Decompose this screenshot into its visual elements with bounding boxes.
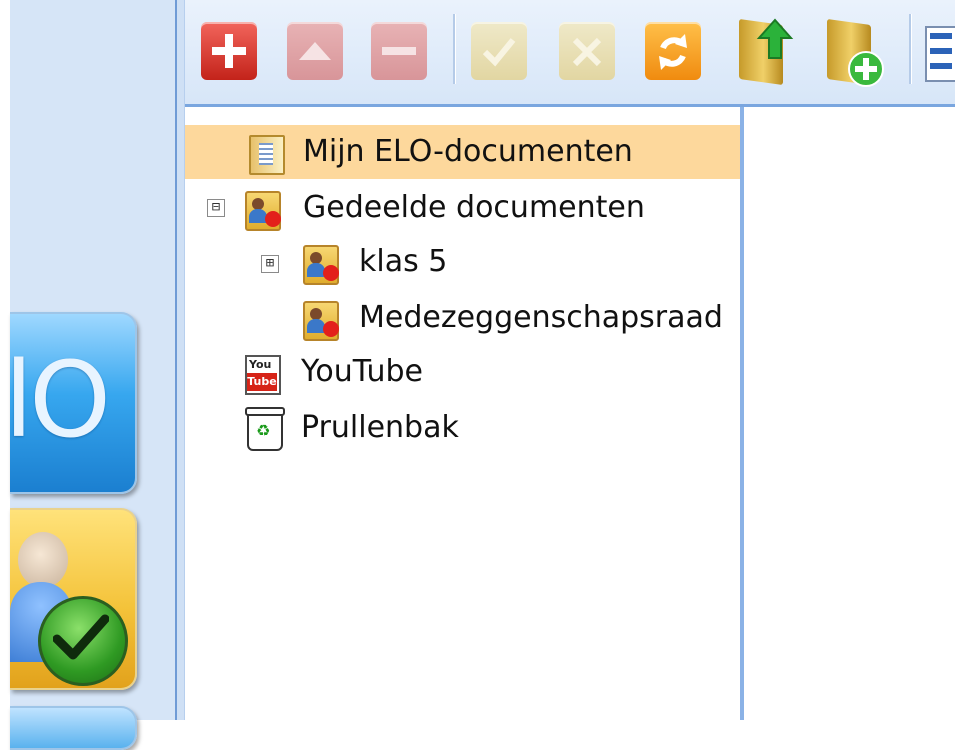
shared-folder-icon: [245, 191, 281, 231]
move-up-button[interactable]: [283, 14, 347, 80]
youtube-icon: You Tube: [245, 355, 281, 395]
cross-icon: [559, 22, 615, 80]
tree-item-medezeggenschapsraad[interactable]: Medezeggenschapsraad: [185, 291, 740, 345]
user-check-tile-button[interactable]: [10, 508, 137, 690]
check-icon: [471, 22, 527, 80]
collapse-icon[interactable]: ⊟: [207, 199, 225, 217]
list-view-icon: [925, 26, 955, 82]
add-button[interactable]: [197, 14, 261, 80]
panel-splitter[interactable]: [175, 0, 185, 720]
shared-folder-icon: [303, 301, 339, 341]
folder-tree: Mijn ELO-documenten ⊟ Gedeelde documente…: [185, 107, 744, 720]
tree-item-label: klas 5: [359, 244, 448, 279]
left-navigation: lO: [0, 0, 175, 750]
bottom-tile-button[interactable]: [10, 706, 137, 750]
toolbar-separator: [453, 14, 456, 84]
tree-item-label: Prullenbak: [301, 410, 459, 445]
elo-tile-text: lO: [4, 339, 111, 461]
new-folder-button[interactable]: [821, 14, 885, 87]
tree-item-label: YouTube: [301, 354, 423, 389]
cancel-button[interactable]: [555, 14, 619, 80]
confirm-button[interactable]: [467, 14, 531, 80]
upload-folder-button[interactable]: [733, 14, 797, 86]
plus-icon: [201, 22, 257, 80]
tree-item-gedeelde-documenten[interactable]: ⊟ Gedeelde documenten: [185, 181, 740, 235]
refresh-icon: [645, 22, 701, 80]
tree-item-youtube[interactable]: You Tube YouTube: [185, 345, 740, 399]
view-list-button[interactable]: [919, 14, 955, 82]
person-head-icon: [18, 532, 68, 588]
toolbar: [185, 0, 955, 107]
minus-icon: [371, 22, 427, 80]
tree-item-label: Gedeelde documenten: [303, 190, 645, 225]
tree-item-label: Mijn ELO-documenten: [303, 134, 633, 169]
arrow-up-icon: [287, 22, 343, 80]
tree-item-label: Medezeggenschapsraad: [359, 300, 723, 335]
tree-item-mijn-elo-documenten[interactable]: Mijn ELO-documenten: [185, 125, 740, 179]
refresh-button[interactable]: [641, 14, 705, 80]
expand-icon[interactable]: ⊞: [261, 255, 279, 273]
shared-folder-icon: [303, 245, 339, 285]
remove-button[interactable]: [367, 14, 431, 80]
check-icon: [38, 596, 128, 686]
content-pane[interactable]: [744, 107, 955, 720]
recycle-bin-icon: [245, 407, 285, 451]
tree-item-klas-5[interactable]: ⊞ klas 5: [185, 235, 740, 289]
toolbar-separator: [909, 14, 912, 84]
tree-item-prullenbak[interactable]: Prullenbak: [185, 401, 740, 455]
elo-tile-button[interactable]: lO: [4, 312, 137, 494]
document-folder-icon: [249, 135, 285, 175]
